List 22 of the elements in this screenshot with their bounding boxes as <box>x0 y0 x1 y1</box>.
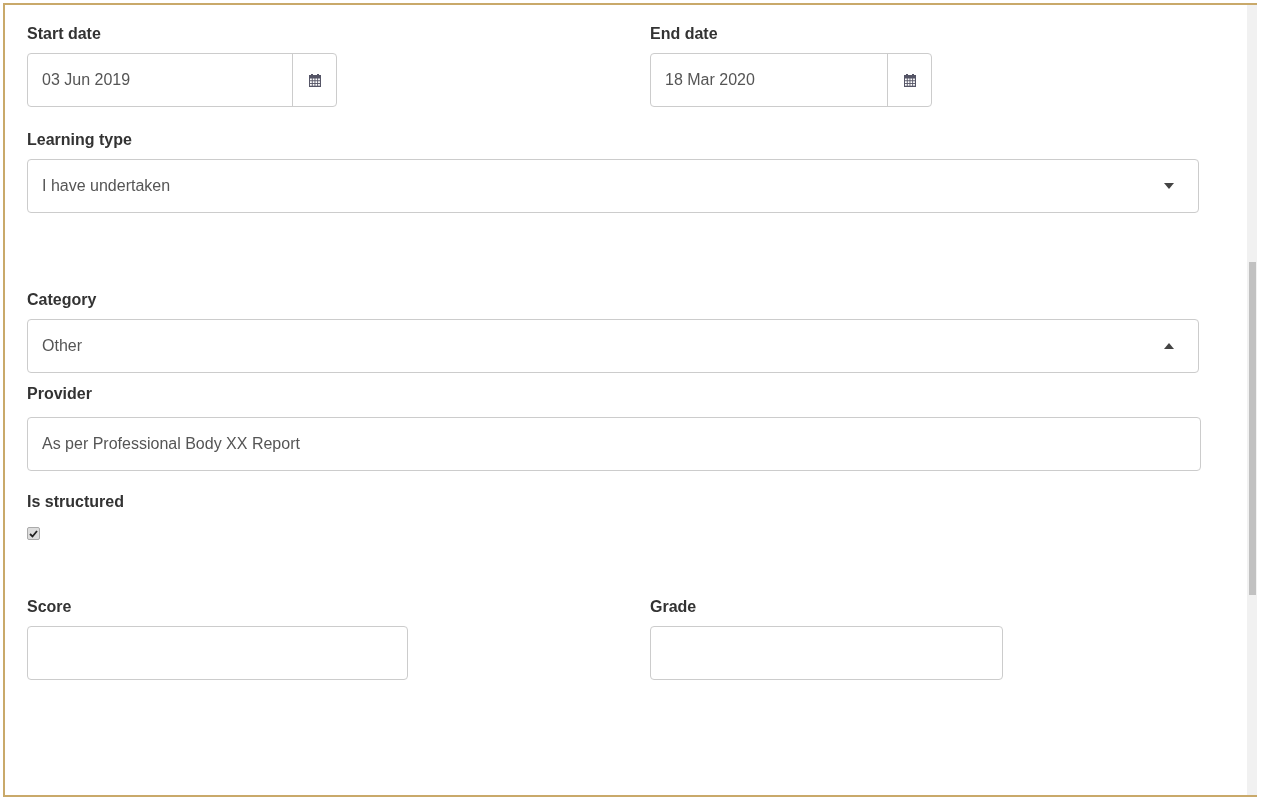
field-label: Score <box>27 597 73 617</box>
caret-up-icon <box>1164 343 1174 349</box>
field-label: Grade <box>650 597 698 617</box>
date-field[interactable]: 18 Mar 2020 <box>650 53 932 107</box>
field-label: Category <box>27 290 98 310</box>
text-field[interactable] <box>650 626 1003 680</box>
scrollbar-thumb[interactable] <box>1249 262 1256 595</box>
field-label: Is structured <box>27 492 125 512</box>
checkbox[interactable] <box>27 527 40 540</box>
caret-down-icon <box>1164 183 1174 189</box>
text-field[interactable]: As per Professional Body XX Report <box>27 417 1201 471</box>
select-field[interactable]: Other <box>27 319 1199 373</box>
check-icon <box>29 529 38 538</box>
text-field[interactable] <box>27 626 408 680</box>
field-label: Learning type <box>27 130 133 150</box>
field-label: Start date <box>27 24 102 44</box>
field-label: End date <box>650 24 719 44</box>
select-field[interactable]: I have undertaken <box>27 159 1199 213</box>
date-field[interactable]: 03 Jun 2019 <box>27 53 337 107</box>
field-label: Provider <box>27 384 93 404</box>
calendar-icon <box>903 73 916 87</box>
calendar-icon <box>308 73 321 87</box>
